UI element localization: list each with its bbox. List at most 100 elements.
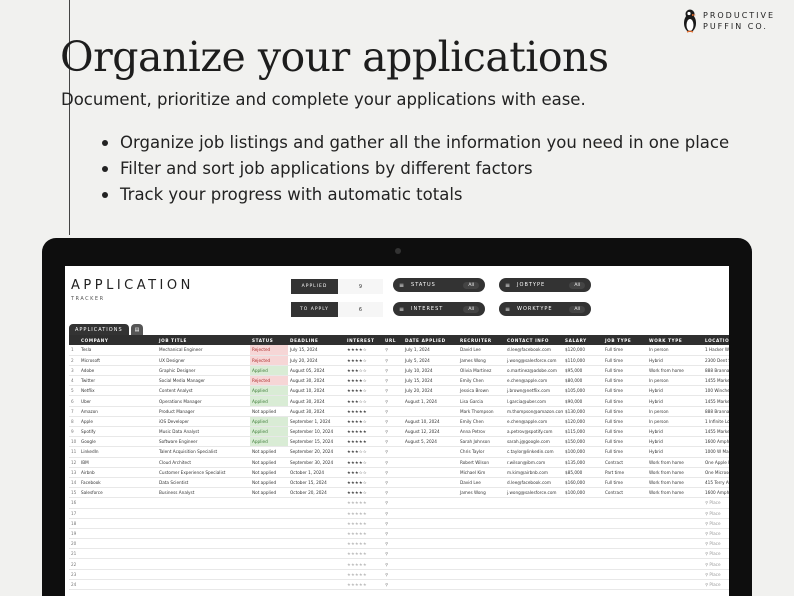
date-applied-cell[interactable] (403, 569, 458, 580)
recruiter-cell[interactable]: Mark Thompson (458, 406, 505, 417)
location-cell[interactable]: ⚲ Place (703, 558, 729, 570)
column-header[interactable]: COMPANY (79, 335, 157, 345)
job-title-cell[interactable]: Product Manager (157, 406, 250, 417)
work-type-cell[interactable]: Work from home (647, 487, 703, 499)
contact-cell[interactable]: j.brown@netflix.com (505, 385, 563, 397)
location-cell[interactable]: 415 Terry Av (703, 477, 729, 489)
contact-cell[interactable]: m.thompson@amazon.com (505, 406, 563, 417)
table-row[interactable]: 23 ★★★★★ ⚲ ⚲ Place (69, 569, 729, 580)
date-applied-cell[interactable] (403, 518, 458, 529)
job-title-cell[interactable] (157, 579, 250, 591)
table-row[interactable]: 17 ★★★★★ ⚲ ⚲ Place (69, 508, 729, 519)
table-row[interactable]: 13 Airbnb Customer Experience Specialist No… (69, 467, 729, 478)
deadline-cell[interactable] (288, 528, 345, 540)
interest-cell[interactable]: ★★★★★ (345, 406, 383, 417)
salary-cell[interactable] (563, 558, 603, 570)
job-type-cell[interactable]: Contract (603, 487, 647, 499)
status-cell[interactable] (250, 528, 288, 540)
deadline-cell[interactable]: September 10, 2024 (288, 426, 345, 438)
location-cell[interactable]: 1 Infinite Lo (703, 416, 729, 428)
company-cell[interactable] (79, 538, 157, 550)
salary-cell[interactable]: $100,000 (563, 446, 603, 458)
recruiter-cell[interactable] (458, 569, 505, 580)
location-cell[interactable]: ⚲ Place (703, 548, 729, 560)
work-type-cell[interactable]: In person (647, 345, 703, 356)
deadline-cell[interactable] (288, 508, 345, 519)
deadline-cell[interactable]: August 10, 2024 (288, 385, 345, 397)
status-cell[interactable] (250, 508, 288, 519)
location-cell[interactable]: 1455 Market (703, 395, 729, 407)
link-icon[interactable]: ⚲ (383, 487, 403, 499)
company-cell[interactable]: Spotify (79, 426, 157, 438)
deadline-cell[interactable]: October 20, 2024 (288, 487, 345, 499)
table-row[interactable]: 12 IBM Cloud Architect Not applied September… (69, 457, 729, 468)
status-cell[interactable]: Not applied (250, 446, 288, 458)
job-type-cell[interactable]: Full time (603, 355, 647, 366)
status-cell[interactable]: Not applied (250, 487, 288, 499)
column-header[interactable]: URL (383, 335, 403, 345)
company-cell[interactable]: Amazon (79, 406, 157, 417)
filter-value[interactable]: All (569, 281, 585, 289)
link-icon[interactable]: ⚲ (383, 416, 403, 428)
job-type-cell[interactable] (603, 548, 647, 560)
deadline-cell[interactable]: August 30, 2024 (288, 406, 345, 417)
date-applied-cell[interactable] (403, 457, 458, 468)
work-type-cell[interactable]: Hybrid (647, 426, 703, 438)
status-cell[interactable]: Applied (250, 436, 288, 448)
location-cell[interactable]: ⚲ Place (703, 579, 729, 591)
date-applied-cell[interactable] (403, 406, 458, 417)
recruiter-cell[interactable] (458, 579, 505, 591)
interest-cell[interactable]: ★★★★★ (345, 508, 383, 519)
job-type-cell[interactable]: Contract (603, 457, 647, 468)
company-cell[interactable] (79, 569, 157, 580)
salary-cell[interactable] (563, 497, 603, 509)
recruiter-cell[interactable]: Chris Taylor (458, 446, 505, 458)
interest-cell[interactable]: ★★★☆☆ (345, 446, 383, 458)
date-applied-cell[interactable]: July 10, 2024 (403, 365, 458, 377)
recruiter-cell[interactable]: David Lee (458, 477, 505, 489)
job-type-cell[interactable] (603, 518, 647, 529)
contact-cell[interactable]: sarah.j@google.com (505, 436, 563, 448)
table-row[interactable]: 20 ★★★★★ ⚲ ⚲ Place (69, 538, 729, 550)
link-icon[interactable]: ⚲ (383, 497, 403, 509)
link-icon[interactable]: ⚲ (383, 365, 403, 377)
link-icon[interactable]: ⚲ (383, 406, 403, 417)
date-applied-cell[interactable] (403, 487, 458, 499)
recruiter-cell[interactable]: James Wong (458, 355, 505, 366)
interest-cell[interactable]: ★★★★★ (345, 436, 383, 448)
job-type-cell[interactable]: Full time (603, 406, 647, 417)
status-cell[interactable]: Not applied (250, 457, 288, 468)
contact-cell[interactable] (505, 508, 563, 519)
work-type-cell[interactable] (647, 528, 703, 540)
contact-cell[interactable]: e.chen@apple.com (505, 416, 563, 428)
job-type-cell[interactable]: Full time (603, 345, 647, 356)
status-cell[interactable]: Applied (250, 416, 288, 428)
job-title-cell[interactable]: Cloud Architect (157, 457, 250, 468)
salary-cell[interactable]: $115,000 (563, 426, 603, 438)
work-type-cell[interactable]: Hybrid (647, 436, 703, 448)
work-type-cell[interactable]: Hybrid (647, 355, 703, 366)
recruiter-cell[interactable]: James Wong (458, 487, 505, 499)
company-cell[interactable] (79, 508, 157, 519)
status-cell[interactable]: Rejected (250, 345, 288, 356)
work-type-cell[interactable] (647, 548, 703, 560)
company-cell[interactable] (79, 497, 157, 509)
date-applied-cell[interactable] (403, 467, 458, 478)
interest-cell[interactable]: ★★★★☆ (345, 416, 383, 428)
job-title-cell[interactable]: Music Data Analyst (157, 426, 250, 438)
status-cell[interactable] (250, 548, 288, 560)
recruiter-cell[interactable]: Olivia Martinez (458, 365, 505, 377)
status-cell[interactable] (250, 579, 288, 591)
job-type-cell[interactable] (603, 569, 647, 580)
salary-cell[interactable]: $135,000 (563, 457, 603, 468)
job-type-cell[interactable]: Full time (603, 416, 647, 428)
deadline-cell[interactable] (288, 538, 345, 550)
recruiter-cell[interactable]: Michael Kim (458, 467, 505, 478)
status-cell[interactable]: Applied (250, 385, 288, 397)
recruiter-cell[interactable]: Emily Chen (458, 416, 505, 428)
contact-cell[interactable] (505, 558, 563, 570)
job-type-cell[interactable]: Full time (603, 375, 647, 387)
date-applied-cell[interactable] (403, 548, 458, 560)
salary-cell[interactable] (563, 538, 603, 550)
status-cell[interactable] (250, 569, 288, 580)
